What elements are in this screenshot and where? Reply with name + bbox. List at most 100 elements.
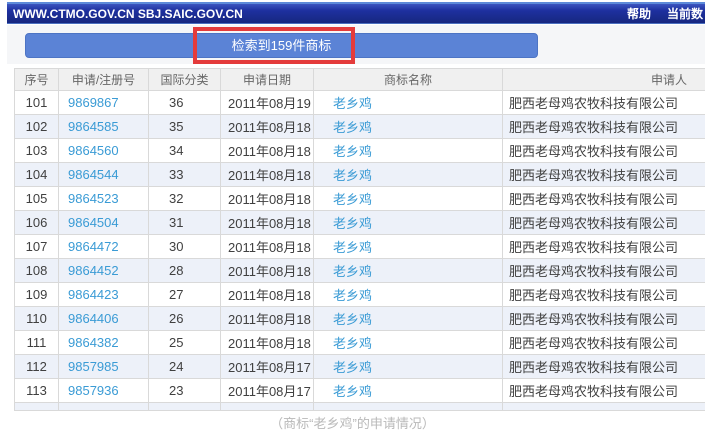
trademark-name-link[interactable]: 老乡鸡 <box>333 336 372 351</box>
table-header-row: 序号 申请/注册号 国际分类 申请日期 商标名称 申请人 <box>15 69 705 91</box>
table-row: 110 9864406 26 2011年08月18日 老乡鸡 肥西老母鸡农牧科技… <box>15 307 705 331</box>
cell-application-number: 9864452 <box>59 259 149 283</box>
application-number-link[interactable]: 9864406 <box>68 311 119 326</box>
cell-intl-class: 27 <box>149 283 221 307</box>
cell-intl-class: 31 <box>149 211 221 235</box>
trademark-name-link[interactable]: 老乡鸡 <box>333 240 372 255</box>
cell-application-number: 9864382 <box>59 331 149 355</box>
cell-serial: 111 <box>15 331 59 355</box>
cell-applicant: 肥西老母鸡农牧科技有限公司 <box>503 115 705 139</box>
application-number-link[interactable]: 9864544 <box>68 167 119 182</box>
cell-serial: 107 <box>15 235 59 259</box>
cell-applicant: 肥西老母鸡农牧科技有限公司 <box>503 91 705 115</box>
application-number-link[interactable]: 9869867 <box>68 95 119 110</box>
application-number-link[interactable]: 9864472 <box>68 239 119 254</box>
help-link[interactable]: 帮助 <box>627 5 651 22</box>
trademark-name-link[interactable]: 老乡鸡 <box>333 192 372 207</box>
col-header-applicant: 申请人 <box>503 69 705 91</box>
cell-application-date: 2011年08月19日 <box>221 91 314 115</box>
application-number-link[interactable]: 9864523 <box>68 191 119 206</box>
cell-application-date: 2011年08月18日 <box>221 307 314 331</box>
cell-application-number: 9857985 <box>59 355 149 379</box>
cell-application-date: 2011年08月18日 <box>221 259 314 283</box>
cell-intl-class: 34 <box>149 139 221 163</box>
cell-intl-class: 24 <box>149 355 221 379</box>
cell-applicant: 肥西老母鸡农牧科技有限公司 <box>503 211 705 235</box>
col-header-trademark-name: 商标名称 <box>314 69 503 91</box>
trademark-name-link[interactable]: 老乡鸡 <box>333 312 372 327</box>
cell-application-date: 2011年08月18日 <box>221 163 314 187</box>
trademark-name-link[interactable]: 老乡鸡 <box>333 168 372 183</box>
application-number-link[interactable]: 9857936 <box>68 383 119 398</box>
current-data-link[interactable]: 当前数 <box>667 5 703 22</box>
table-row: 109 9864423 27 2011年08月18日 老乡鸡 肥西老母鸡农牧科技… <box>15 283 705 307</box>
application-number-link[interactable]: 9864560 <box>68 143 119 158</box>
cell-applicant: 肥西老母鸡农牧科技有限公司 <box>503 235 705 259</box>
cell-application-number: 9864406 <box>59 307 149 331</box>
cell-trademark-name: 老乡鸡 <box>314 115 503 139</box>
cell-application-date: 2011年08月18日 <box>221 139 314 163</box>
cell-serial: 106 <box>15 211 59 235</box>
cell-serial: 103 <box>15 139 59 163</box>
col-header-application-number: 申请/注册号 <box>59 69 149 91</box>
cell-application-number: 9864585 <box>59 115 149 139</box>
topbar-links: 帮助 当前数 <box>627 5 705 22</box>
cell-serial: 104 <box>15 163 59 187</box>
trademark-results-table: 序号 申请/注册号 国际分类 申请日期 商标名称 申请人 101 9869867… <box>14 68 705 411</box>
trademark-name-link[interactable]: 老乡鸡 <box>333 264 372 279</box>
cell-serial: 109 <box>15 283 59 307</box>
cell-trademark-name: 老乡鸡 <box>314 187 503 211</box>
cell-applicant: 肥西老母鸡农牧科技有限公司 <box>503 187 705 211</box>
cell-application-number: 9864423 <box>59 283 149 307</box>
table-row: 107 9864472 30 2011年08月18日 老乡鸡 肥西老母鸡农牧科技… <box>15 235 705 259</box>
cell-serial: 113 <box>15 379 59 403</box>
application-number-link[interactable]: 9864423 <box>68 287 119 302</box>
cell-trademark-name: 老乡鸡 <box>314 283 503 307</box>
cell-application-date: 2011年08月18日 <box>221 235 314 259</box>
table-row: 106 9864504 31 2011年08月18日 老乡鸡 肥西老母鸡农牧科技… <box>15 211 705 235</box>
table-row: 111 9864382 25 2011年08月18日 老乡鸡 肥西老母鸡农牧科技… <box>15 331 705 355</box>
cell-intl-class: 32 <box>149 187 221 211</box>
cell-trademark-name: 老乡鸡 <box>314 139 503 163</box>
cell-application-number: 9864523 <box>59 187 149 211</box>
cell-serial: 110 <box>15 307 59 331</box>
application-number-link[interactable]: 9857985 <box>68 359 119 374</box>
trademark-name-link[interactable]: 老乡鸡 <box>333 216 372 231</box>
cell-application-number: 9869867 <box>59 91 149 115</box>
cell-applicant: 肥西老母鸡农牧科技有限公司 <box>503 259 705 283</box>
trademark-name-link[interactable]: 老乡鸡 <box>333 144 372 159</box>
cell-serial: 102 <box>15 115 59 139</box>
cell-application-date: 2011年08月17日 <box>221 355 314 379</box>
application-number-link[interactable]: 9864452 <box>68 263 119 278</box>
cell-application-date: 2011年08月18日 <box>221 211 314 235</box>
trademark-name-link[interactable]: 老乡鸡 <box>333 288 372 303</box>
cell-application-number: 9864504 <box>59 211 149 235</box>
table-row: 104 9864544 33 2011年08月18日 老乡鸡 肥西老母鸡农牧科技… <box>15 163 705 187</box>
cell-intl-class: 30 <box>149 235 221 259</box>
trademark-name-link[interactable]: 老乡鸡 <box>333 120 372 135</box>
trademark-name-link[interactable]: 老乡鸡 <box>333 96 372 111</box>
cell-trademark-name: 老乡鸡 <box>314 91 503 115</box>
table-row-partial <box>15 403 705 411</box>
application-number-link[interactable]: 9864382 <box>68 335 119 350</box>
cell-application-number: 9864560 <box>59 139 149 163</box>
cell-intl-class: 26 <box>149 307 221 331</box>
red-highlight-annotation <box>193 27 355 64</box>
cell-serial: 101 <box>15 91 59 115</box>
table-row: 101 9869867 36 2011年08月19日 老乡鸡 肥西老母鸡农牧科技… <box>15 91 705 115</box>
table-row: 112 9857985 24 2011年08月17日 老乡鸡 肥西老母鸡农牧科技… <box>15 355 705 379</box>
site-domains-text: WWW.CTMO.GOV.CN SBJ.SAIC.GOV.CN <box>13 7 243 21</box>
cell-trademark-name: 老乡鸡 <box>314 259 503 283</box>
application-number-link[interactable]: 9864504 <box>68 215 119 230</box>
cell-applicant: 肥西老母鸡农牧科技有限公司 <box>503 139 705 163</box>
table-row: 113 9857936 23 2011年08月17日 老乡鸡 肥西老母鸡农牧科技… <box>15 379 705 403</box>
cell-trademark-name: 老乡鸡 <box>314 355 503 379</box>
cell-application-number: 9857936 <box>59 379 149 403</box>
trademark-name-link[interactable]: 老乡鸡 <box>333 384 372 399</box>
cell-application-number: 9864472 <box>59 235 149 259</box>
cell-intl-class: 23 <box>149 379 221 403</box>
cell-trademark-name: 老乡鸡 <box>314 307 503 331</box>
trademark-name-link[interactable]: 老乡鸡 <box>333 360 372 375</box>
cell-serial: 112 <box>15 355 59 379</box>
application-number-link[interactable]: 9864585 <box>68 119 119 134</box>
